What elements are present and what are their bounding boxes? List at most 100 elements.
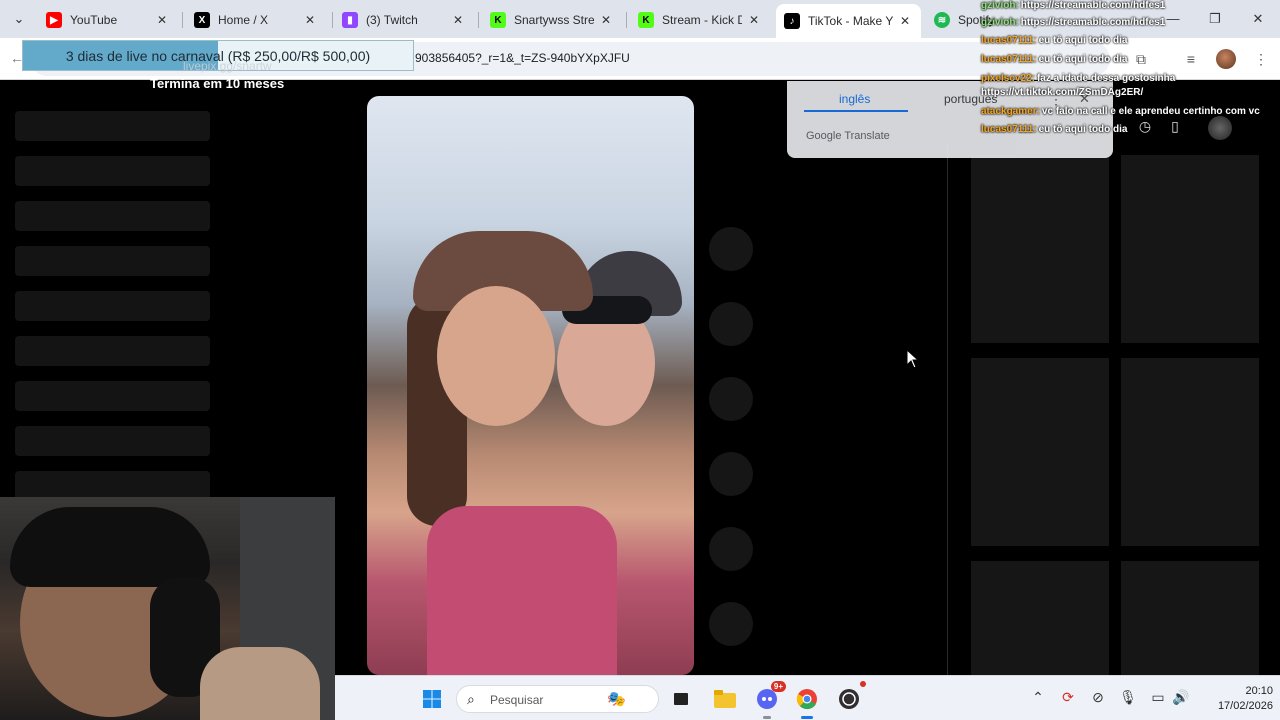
video-thumbnail-card[interactable]	[1121, 358, 1259, 546]
video-thumbnail-card[interactable]	[971, 155, 1109, 343]
tab-title: Home / X	[218, 13, 269, 27]
video-thumbnail-card[interactable]	[1121, 561, 1259, 675]
like-button[interactable]	[709, 227, 753, 271]
mouse-cursor-icon	[906, 349, 920, 369]
chat-username: gzivioh:	[981, 17, 1019, 28]
tab-title: YouTube	[70, 13, 118, 27]
close-tab-icon[interactable]: ✕	[746, 13, 762, 27]
chat-username: lucas07111:	[981, 124, 1037, 135]
chat-username: pixelscv22:	[981, 73, 1035, 84]
tab-title: Stream - Kick D	[662, 13, 742, 27]
chat-username: lucas07111:	[981, 35, 1037, 46]
clock-time: 20:10	[1245, 685, 1273, 697]
screen: ⌄ ▶ YouTube ✕ X Home / X ✕ ▮ (3) Twitch …	[0, 0, 1280, 720]
extensions-puzzle-icon[interactable]: ⧉	[1130, 48, 1152, 70]
chat-message: atackgamer: vc falo na call e ele aprende…	[981, 106, 1260, 117]
obs-icon[interactable]	[836, 681, 866, 712]
divider	[947, 145, 948, 675]
video-thumbnail-card[interactable]	[971, 358, 1109, 546]
tiktok-icon: ♪	[784, 13, 800, 29]
twitch-icon: ▮	[342, 12, 358, 28]
eye-off-icon[interactable]: ⊘	[1088, 689, 1108, 706]
chat-text: eu tô aqui todo dia	[1038, 35, 1128, 46]
user-avatar[interactable]	[1208, 116, 1232, 140]
sidebar-skeleton-item	[15, 336, 210, 366]
video-thumbnail-card[interactable]	[1121, 155, 1259, 343]
sidebar-skeleton-item	[15, 426, 210, 456]
sidebar-skeleton-item	[15, 201, 210, 231]
chat-text: vc falo na call e ele aprendeu certinho …	[1041, 106, 1260, 117]
video-thumbnail-card[interactable]	[971, 561, 1109, 675]
media-controls-icon[interactable]: ≡	[1180, 48, 1202, 70]
sidebar-skeleton-item	[15, 291, 210, 321]
chrome-icon[interactable]	[794, 686, 820, 719]
chat-message: pixelscv22: faz a idade dessa gostosinha	[981, 73, 1175, 84]
task-view-icon[interactable]	[668, 686, 694, 712]
close-tab-icon[interactable]: ✕	[450, 13, 466, 27]
volume-icon[interactable]: 🔊	[1171, 689, 1191, 706]
taskbar-search[interactable]: ⌕ Pesquisar 🎭	[456, 685, 659, 713]
translate-brand: Google Translate	[806, 130, 890, 142]
tab-tiktok[interactable]: ♪ TikTok - Make Y ✕	[776, 4, 921, 38]
kick-icon: K	[490, 12, 506, 28]
more-menu-icon[interactable]: ⋮	[1250, 48, 1272, 70]
sidebar-skeleton-item	[15, 381, 210, 411]
chat-username: atackgamer:	[981, 106, 1040, 117]
goal-ends-text: Termina em 10 meses	[150, 76, 285, 91]
spotify-icon: ≋	[934, 12, 950, 28]
tab-youtube[interactable]: ▶ YouTube ✕	[38, 6, 178, 34]
recording-dot-icon	[860, 681, 866, 687]
sidebar-skeleton-item	[15, 156, 210, 186]
tab-x[interactable]: X Home / X ✕	[186, 6, 326, 34]
close-tab-icon[interactable]: ✕	[897, 14, 913, 28]
tab-kick-snartywss[interactable]: K Snartywss Strea ✕	[482, 6, 622, 34]
sync-icon[interactable]: ⟳	[1058, 689, 1078, 706]
file-explorer-icon[interactable]	[712, 686, 738, 712]
chat-username: lucas07111:	[981, 54, 1037, 65]
restore-window-icon[interactable]: ❐	[1200, 8, 1230, 30]
profile-avatar[interactable]	[1216, 49, 1236, 69]
chat-text: https://streamable.com/hdfes1	[1020, 17, 1166, 28]
more-action-button[interactable]	[709, 527, 753, 571]
comment-button[interactable]	[709, 302, 753, 346]
x-icon: X	[194, 12, 210, 28]
sidebar-skeleton-item	[15, 111, 210, 141]
mobile-icon[interactable]: ▯	[1166, 118, 1184, 136]
windows-start-icon[interactable]	[419, 686, 445, 712]
close-tab-icon[interactable]: ✕	[154, 13, 170, 27]
chat-message: gzivioh: https://streamable.com/hdfes1	[981, 17, 1165, 28]
search-icon: ⌕	[467, 691, 475, 707]
network-icon[interactable]: ▭	[1148, 689, 1168, 706]
chat-text: eu tô aqui todo dia	[1038, 54, 1128, 65]
livepix-goal-bar: livepix.gg/snartw 3 dias de live no carn…	[22, 40, 414, 73]
carnival-mask-icon: 🎭	[607, 691, 626, 708]
close-window-icon[interactable]: ✕	[1243, 8, 1273, 30]
chat-message: lucas07111: eu tô aqui todo dia	[981, 54, 1128, 65]
goal-text: 3 dias de live no carnaval (R$ 250,00/R$…	[65, 48, 371, 64]
close-tab-icon[interactable]: ✕	[302, 13, 318, 27]
chat-message: gzivioh: https://streamable.com/hdfes1	[981, 0, 1165, 11]
tab-twitch[interactable]: ▮ (3) Twitch ✕	[334, 6, 474, 34]
search-placeholder: Pesquisar	[490, 693, 544, 707]
chat-text: eu tô aqui todo dia	[1038, 124, 1128, 135]
share-button[interactable]	[709, 452, 753, 496]
address-url[interactable]: 903856405?_r=1&_t=ZS-940bYXpXJFU	[415, 51, 630, 65]
system-clock[interactable]: 20:10 17/02/2026	[1193, 684, 1273, 714]
chat-username: gzivioh:	[981, 0, 1019, 11]
chevron-up-icon[interactable]: ⌃	[1028, 689, 1048, 706]
bookmark-button[interactable]	[709, 377, 753, 421]
tab-search-chevron-icon[interactable]: ⌄	[4, 8, 34, 30]
microphone-icon[interactable]: 🎙	[1118, 689, 1138, 706]
windows-taskbar: ⌕ Pesquisar 🎭 9+ ⌃ ⟳ ⊘ 🎙 ▭ 🔊 20:10 17/02…	[335, 675, 1280, 720]
timer-icon[interactable]: ◷	[1136, 118, 1154, 136]
active-tab-indicator	[804, 110, 908, 112]
tab-kick-stream[interactable]: K Stream - Kick D ✕	[630, 6, 770, 34]
tab-title: TikTok - Make Y	[808, 14, 893, 28]
tab-source-language[interactable]: inglês	[839, 92, 870, 106]
video-player[interactable]	[367, 96, 694, 675]
sound-button[interactable]	[709, 602, 753, 646]
youtube-icon: ▶	[46, 12, 62, 28]
close-tab-icon[interactable]: ✕	[598, 13, 614, 27]
discord-badge: 9+	[770, 681, 786, 692]
discord-icon[interactable]: 9+	[754, 681, 786, 719]
